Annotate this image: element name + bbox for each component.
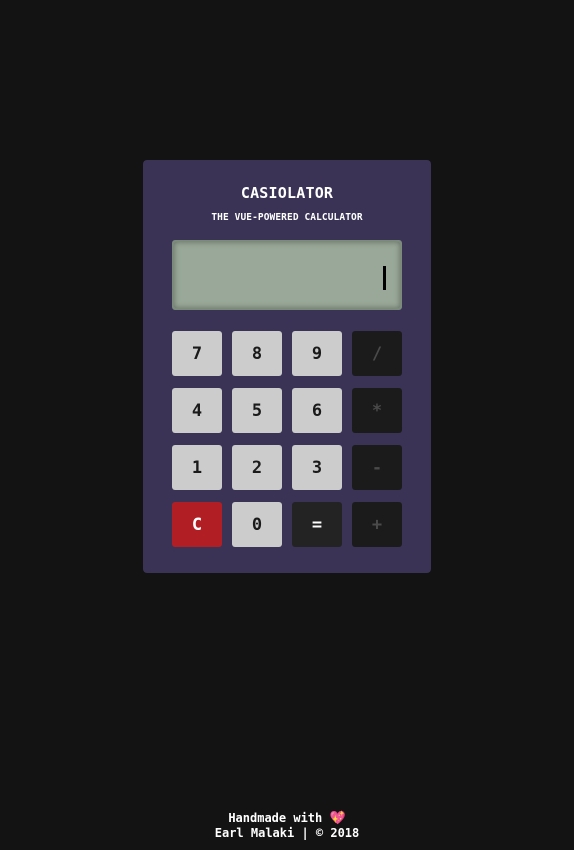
key-add[interactable]: + <box>352 502 402 547</box>
heart-icon: 💖 <box>329 811 346 826</box>
page: CASIOLATOR THE VUE-POWERED CALCULATOR 7 … <box>0 0 574 850</box>
key-6[interactable]: 6 <box>292 388 342 433</box>
key-divide[interactable]: / <box>352 331 402 376</box>
key-2[interactable]: 2 <box>232 445 282 490</box>
key-9[interactable]: 9 <box>292 331 342 376</box>
key-7[interactable]: 7 <box>172 331 222 376</box>
footer: Handmade with 💖 Earl Malaki | © 2018 <box>0 811 574 840</box>
key-4[interactable]: 4 <box>172 388 222 433</box>
calculator-display <box>172 240 402 310</box>
key-clear[interactable]: C <box>172 502 222 547</box>
footer-handmade-text: Handmade with <box>228 811 323 825</box>
key-equals[interactable]: = <box>292 502 342 547</box>
display-cursor <box>383 266 386 290</box>
app-subtitle: THE VUE-POWERED CALCULATOR <box>211 212 363 223</box>
key-multiply[interactable]: * <box>352 388 402 433</box>
key-8[interactable]: 8 <box>232 331 282 376</box>
app-title: CASIOLATOR <box>240 184 334 202</box>
footer-line-1: Handmade with 💖 <box>0 811 574 826</box>
key-5[interactable]: 5 <box>232 388 282 433</box>
key-0[interactable]: 0 <box>232 502 282 547</box>
calculator: CASIOLATOR THE VUE-POWERED CALCULATOR 7 … <box>143 160 431 573</box>
key-3[interactable]: 3 <box>292 445 342 490</box>
key-subtract[interactable]: - <box>352 445 402 490</box>
key-1[interactable]: 1 <box>172 445 222 490</box>
footer-line-2: Earl Malaki | © 2018 <box>214 826 360 840</box>
